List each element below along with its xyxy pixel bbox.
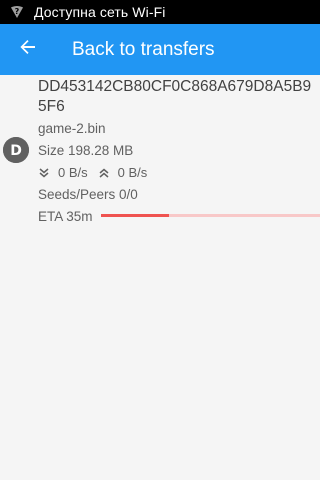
file-size: Size 198.28 MB: [38, 143, 134, 158]
wifi-question-icon: ?: [8, 4, 26, 20]
file-name: game-2.bin: [38, 121, 106, 136]
download-speed: 0 B/s: [58, 165, 88, 180]
torrent-item[interactable]: D DD453142CB80CF0C868A679D8A5B95F6 game-…: [0, 75, 320, 227]
torrent-hash-name: DD453142CB80CF0C868A679D8A5B95F6: [38, 78, 312, 115]
chevron-double-up-icon: [98, 167, 110, 179]
status-bar: ? Доступна сеть Wi-Fi: [0, 0, 320, 24]
d-avatar-icon: D: [3, 137, 29, 163]
progress-bar: [101, 214, 320, 217]
svg-text:?: ?: [15, 7, 20, 16]
svg-text:D: D: [10, 143, 22, 159]
eta: ETA 35m: [38, 209, 93, 224]
back-button[interactable]: [0, 24, 56, 75]
transfer-detail: D DD453142CB80CF0C868A679D8A5B95F6 game-…: [0, 75, 320, 480]
arrow-back-icon: [19, 38, 37, 61]
seeds-peers: Seeds/Peers 0/0: [38, 187, 138, 202]
speed-row: 0 B/s 0 B/s: [38, 165, 157, 180]
chevron-double-down-icon: [38, 167, 50, 179]
status-text: Доступна сеть Wi-Fi: [34, 4, 166, 20]
app-bar: Back to transfers: [0, 24, 320, 75]
upload-speed: 0 B/s: [117, 165, 148, 180]
progress-fill: [101, 214, 169, 217]
page-title[interactable]: Back to transfers: [72, 39, 215, 61]
